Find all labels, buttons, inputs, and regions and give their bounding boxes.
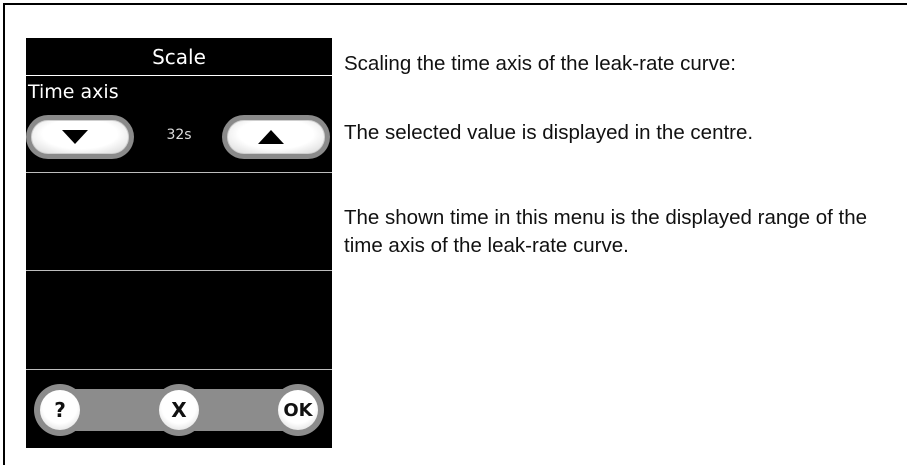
ok-button[interactable]: OK xyxy=(272,384,324,436)
increase-button[interactable] xyxy=(222,115,330,159)
time-axis-label: Time axis xyxy=(28,81,119,103)
row-divider xyxy=(26,270,332,271)
selected-value: 32s xyxy=(166,127,192,143)
frame-border-top xyxy=(3,3,907,5)
description-intro: Scaling the time axis of the leak-rate c… xyxy=(344,52,736,75)
description-range: The shown time in this menu is the displ… xyxy=(344,206,868,257)
decrease-button[interactable] xyxy=(26,115,134,159)
cancel-button[interactable]: X xyxy=(153,384,205,436)
screen-title: Scale xyxy=(152,45,206,69)
device-screen: Scale Time axis 32s ? X OK xyxy=(26,38,332,448)
frame-border-left xyxy=(3,3,5,465)
help-button[interactable]: ? xyxy=(34,384,86,436)
cancel-label: X xyxy=(159,390,199,430)
triangle-down-icon xyxy=(62,130,88,144)
row-divider xyxy=(26,369,332,370)
triangle-up-icon xyxy=(258,130,284,144)
title-divider xyxy=(26,75,332,76)
help-label: ? xyxy=(40,390,80,430)
description-selected-value: The selected value is displayed in the c… xyxy=(344,121,754,144)
row-divider xyxy=(26,172,332,173)
ok-label: OK xyxy=(278,390,318,430)
